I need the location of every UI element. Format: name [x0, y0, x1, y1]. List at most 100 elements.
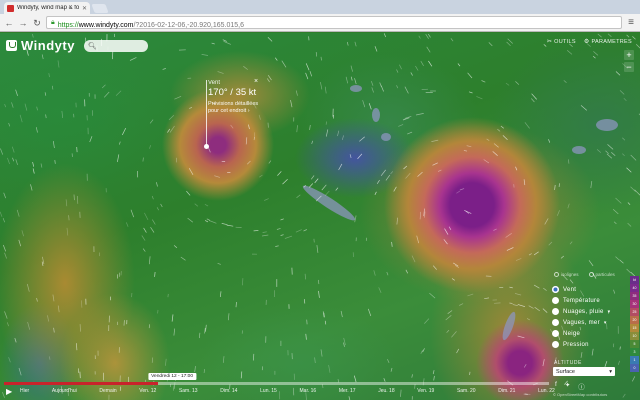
- tools-button[interactable]: ✂ OUTILS: [547, 38, 576, 46]
- tab-title: Windyty, wind map & fore: [17, 5, 79, 11]
- timeline-day[interactable]: Ven. 12: [139, 388, 156, 394]
- browser-tab[interactable]: Windyty, wind map & fore ✕: [4, 2, 90, 14]
- timeline-day[interactable]: Lun. 15: [260, 388, 277, 394]
- wind-streak: [451, 278, 455, 281]
- popup-close-icon[interactable]: ×: [254, 78, 258, 85]
- timeline-day[interactable]: Dim. 14: [220, 388, 237, 394]
- wind-streak: [493, 143, 499, 148]
- wind-streak: [118, 141, 121, 145]
- wind-streak: [481, 80, 486, 83]
- location-marker[interactable]: [204, 144, 209, 149]
- popup-pointer-line: [206, 80, 207, 146]
- chevron-down-icon: ▾: [609, 368, 612, 375]
- timeline-day[interactable]: Mer. 17: [339, 388, 356, 394]
- search-icon: 🔍︎: [88, 43, 97, 50]
- zoom-out-button[interactable]: −: [624, 62, 634, 72]
- wind-streak: [169, 125, 175, 133]
- timeline-day[interactable]: Sam. 13: [179, 388, 198, 394]
- wind-streak: [11, 146, 15, 153]
- wind-streak: [324, 190, 330, 196]
- new-tab-button[interactable]: [91, 4, 109, 13]
- wind-streak: [349, 154, 352, 158]
- tab-close-icon[interactable]: ✕: [82, 5, 87, 12]
- layer-item-wind[interactable]: Vent: [552, 286, 610, 293]
- wind-streak: [415, 113, 424, 116]
- zoom-in-button[interactable]: +: [624, 50, 634, 60]
- wind-streak: [103, 91, 110, 98]
- wind-streak: [303, 184, 307, 188]
- wind-streak: [398, 124, 404, 127]
- play-icon[interactable]: ▶: [6, 387, 12, 396]
- chevron-down-icon[interactable]: ▾: [608, 309, 611, 315]
- particles-option[interactable]: particules: [588, 272, 615, 277]
- wind-streak: [295, 90, 298, 96]
- wind-streak: [357, 153, 363, 160]
- wind-streak: [486, 138, 490, 141]
- wind-streak: [526, 318, 531, 321]
- wind-streak: [44, 92, 47, 96]
- layer-item-snow[interactable]: Neige: [552, 330, 610, 337]
- timeline-day[interactable]: Jeu. 18: [378, 388, 394, 394]
- wind-streak: [450, 38, 454, 42]
- wind-streak: [151, 195, 154, 200]
- wind-streak: [390, 171, 394, 175]
- wind-streak: [560, 255, 565, 259]
- wind-map[interactable]: [0, 33, 640, 400]
- wind-streak: [368, 103, 372, 110]
- wind-streak: [554, 184, 556, 190]
- settings-button[interactable]: ⚙ PARAMETRES: [584, 38, 632, 46]
- wind-streak: [416, 235, 420, 244]
- layer-item-temperature[interactable]: Température: [552, 297, 610, 304]
- wind-streak: [341, 135, 344, 140]
- radio-icon: [552, 319, 559, 326]
- wind-streak: [580, 352, 583, 358]
- timeline-day[interactable]: Dim. 21: [498, 388, 515, 394]
- isolines-option[interactable]: isolignes: [554, 272, 579, 277]
- back-arrow-icon[interactable]: ←: [4, 18, 14, 28]
- forward-arrow-icon[interactable]: →: [18, 18, 28, 28]
- layer-label: Vagues, mer: [563, 319, 600, 326]
- scale-step: 15: [630, 324, 639, 332]
- wind-streak: [3, 192, 7, 199]
- wind-streak: [632, 36, 636, 40]
- wind-streak: [142, 248, 146, 252]
- wind-streak: [548, 139, 551, 143]
- wind-streak: [523, 364, 527, 368]
- reload-icon[interactable]: ↻: [32, 18, 42, 28]
- wind-particles: [0, 33, 640, 400]
- timeline-day[interactable]: Lun. 22: [538, 388, 555, 394]
- wind-streak: [26, 283, 30, 292]
- wind-streak: [619, 90, 625, 95]
- browser-menu-icon[interactable]: ≡: [626, 17, 636, 28]
- windyty-logo[interactable]: Windyty: [6, 38, 75, 53]
- wind-streak: [296, 194, 301, 199]
- timeline-day[interactable]: Hier: [20, 388, 29, 394]
- altitude-select[interactable]: Surface ▾: [553, 367, 615, 376]
- timeline-day[interactable]: Sam. 20: [457, 388, 476, 394]
- wind-streak: [203, 369, 205, 374]
- timeline-day[interactable]: Demain: [99, 388, 116, 394]
- scale-step: 0: [630, 364, 639, 372]
- wind-streak: [393, 186, 397, 192]
- wind-streak: [315, 52, 318, 57]
- chevron-down-icon[interactable]: ▾: [604, 320, 607, 326]
- wind-streak: [467, 72, 473, 79]
- wind-streak: [12, 157, 15, 162]
- timeline-day[interactable]: Ven. 19: [417, 388, 434, 394]
- timeline-day[interactable]: Aujourd'hui: [52, 388, 77, 394]
- layer-item-clouds-rain[interactable]: Nuages, pluie ▾: [552, 308, 610, 315]
- search-input[interactable]: 🔍︎: [84, 40, 148, 52]
- timeline-track[interactable]: Vendredi 12 - 17:00: [4, 373, 549, 385]
- layer-item-pressure[interactable]: Pression: [552, 341, 610, 348]
- layer-item-waves-sea[interactable]: Vagues, mer ▾: [552, 319, 610, 326]
- address-bar[interactable]: 🔒︎ https://www.windyty.com/?2016-02-12-0…: [46, 16, 622, 29]
- wind-streak: [417, 171, 423, 177]
- wind-streak: [259, 174, 263, 178]
- forecast-link[interactable]: Prévisions détaillées pour cet endroit ›: [208, 101, 264, 115]
- timeline-day[interactable]: Mar. 16: [300, 388, 317, 394]
- wind-streak: [556, 210, 560, 216]
- wind-streak: [2, 244, 7, 252]
- wind-streak: [0, 148, 4, 155]
- wind-streak: [36, 106, 38, 111]
- scale-step: 25: [630, 308, 639, 316]
